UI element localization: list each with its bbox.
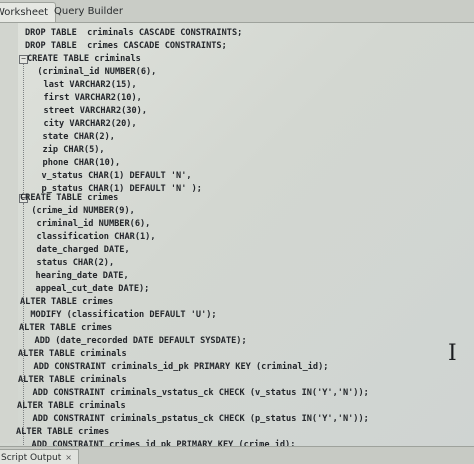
- code-line: CREATE TABLE crimes: [20, 193, 119, 203]
- code-line: state CHAR(2),: [27, 132, 115, 142]
- code-line: ALTER TABLE crimes: [16, 427, 110, 437]
- text-cursor-icon: I: [448, 341, 457, 366]
- code-line: DROP TABLE criminals CASCADE CONSTRAINTS…: [25, 28, 243, 38]
- code-line: ADD CONSTRAINT criminals_id_pk PRIMARY K…: [18, 362, 329, 372]
- output-panel-bar: Script Output ×: [0, 446, 474, 464]
- editor-gutter: [0, 23, 18, 443]
- code-line: city VARCHAR2(20),: [28, 119, 137, 129]
- code-line: v_status CHAR(1) DEFAULT 'N',: [26, 171, 192, 181]
- code-line: date_charged DATE,: [21, 245, 130, 255]
- code-line: MODIFY (classification DEFAULT 'U');: [20, 310, 217, 320]
- code-line: classification CHAR(1),: [21, 232, 156, 242]
- code-line: (crime_id NUMBER(9),: [21, 206, 135, 216]
- code-line: DROP TABLE crimes CASCADE CONSTRAINTS;: [25, 41, 227, 51]
- code-line: ADD (date_recorded DATE DEFAULT SYSDATE)…: [19, 336, 247, 346]
- code-line: ALTER TABLE criminals: [18, 349, 127, 359]
- close-icon[interactable]: ×: [65, 453, 72, 462]
- tab-query-builder[interactable]: Query Builder: [48, 2, 128, 21]
- code-line: appeal_cut_date DATE);: [20, 284, 150, 294]
- code-line: (criminal_id NUMBER(6),: [27, 67, 157, 77]
- code-line: ALTER TABLE criminals: [17, 401, 126, 411]
- code-line: CREATE TABLE criminals: [27, 54, 141, 64]
- code-line: ALTER TABLE criminals: [18, 375, 127, 385]
- code-line: first VARCHAR2(10),: [28, 93, 142, 103]
- code-line: status CHAR(2),: [21, 258, 115, 268]
- sql-worksheet-editor[interactable]: − − DROP TABLE criminals CASCADE CONSTRA…: [0, 23, 474, 450]
- script-output-label: Script Output: [1, 453, 62, 463]
- code-line: hearing_date DATE,: [20, 271, 129, 281]
- fold-guide-criminals: [23, 63, 24, 199]
- code-line: street VARCHAR2(30),: [28, 106, 147, 116]
- code-line: ALTER TABLE crimes: [20, 297, 114, 307]
- code-line: zip CHAR(5),: [27, 145, 105, 155]
- code-line: ALTER TABLE crimes: [19, 323, 113, 333]
- tab-script-output[interactable]: Script Output ×: [0, 449, 79, 464]
- sql-developer-window: Worksheet Query Builder − − DROP TABLE c…: [0, 0, 474, 464]
- code-line: phone CHAR(10),: [27, 158, 121, 168]
- code-line: criminal_id NUMBER(6),: [21, 219, 151, 229]
- code-line: ADD CONSTRAINT criminals_pstatus_ck CHEC…: [17, 414, 369, 424]
- code-line: ADD CONSTRAINT criminals_vstatus_ck CHEC…: [17, 388, 369, 398]
- editor-tab-bar: Worksheet Query Builder: [0, 0, 474, 23]
- code-line: last VARCHAR2(15),: [28, 80, 137, 90]
